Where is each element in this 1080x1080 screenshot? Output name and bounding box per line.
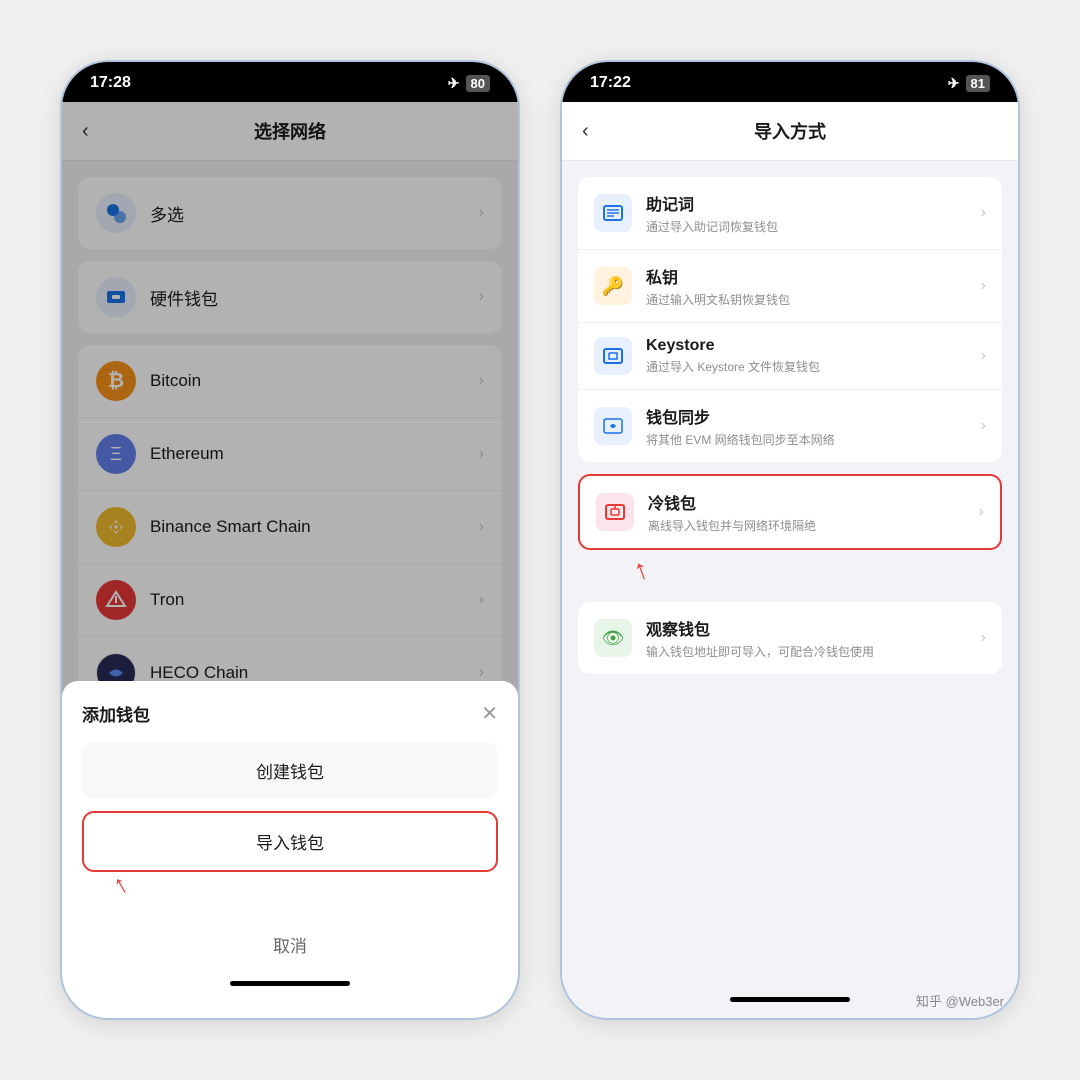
mnemonic-desc: 通过导入助记词恢复钱包	[646, 218, 981, 235]
status-bar-2: 17:22 ✈ 81	[562, 62, 1018, 102]
status-bar-1: 17:28 ✈ 80	[62, 62, 518, 102]
import-item-mnemonic[interactable]: 助记词 通过导入助记词恢复钱包 ›	[578, 177, 1002, 250]
keystore-title: Keystore	[646, 337, 981, 355]
status-right-1: ✈ 80	[448, 75, 490, 92]
watch-desc: 输入钱包地址即可导入，可配合冷钱包使用	[646, 643, 981, 660]
cold-wallet-wrapper: 冷钱包 离线导入钱包并与网络环境隔绝 › ↑	[578, 474, 1002, 550]
walletsync-chevron: ›	[981, 417, 986, 435]
time-1: 17:28	[90, 74, 131, 92]
coldwallet-desc: 离线导入钱包并与网络环境隔绝	[648, 517, 979, 534]
coldwallet-icon	[596, 493, 634, 531]
bottom-sheet: 添加钱包 ✕ 创建钱包 导入钱包 ↑ 取消	[62, 681, 518, 1018]
keystore-icon	[594, 337, 632, 375]
phone1-content: ‹ 选择网络 多选 ›	[62, 102, 518, 1018]
home-indicator-1	[230, 981, 350, 986]
airplane-icon-2: ✈	[948, 75, 960, 92]
keystore-chevron: ›	[981, 347, 986, 365]
close-button[interactable]: ✕	[481, 701, 498, 726]
battery-icon-2: 81	[966, 75, 990, 92]
nav-header-2: ‹ 导入方式	[562, 102, 1018, 161]
import-item-walletsync[interactable]: 钱包同步 将其他 EVM 网络钱包同步至本网络 ›	[578, 390, 1002, 462]
keystore-desc: 通过导入 Keystore 文件恢复钱包	[646, 358, 981, 375]
back-button-2[interactable]: ‹	[582, 120, 614, 143]
privatekey-desc: 通过输入明文私钥恢复钱包	[646, 291, 981, 308]
time-2: 17:22	[590, 74, 631, 92]
watch-wallet-section: 👁 观察钱包 输入钱包地址即可导入，可配合冷钱包使用 ›	[578, 602, 1002, 674]
airplane-icon-1: ✈	[448, 75, 460, 92]
import-item-coldwallet[interactable]: 冷钱包 离线导入钱包并与网络环境隔绝 ›	[580, 476, 1000, 548]
walletsync-icon	[594, 407, 632, 445]
bottom-sheet-title: 添加钱包	[82, 701, 150, 726]
phone2: 17:22 ✈ 81 ‹ 导入方式	[560, 60, 1020, 1020]
status-right-2: ✈ 81	[948, 75, 990, 92]
create-wallet-button[interactable]: 创建钱包	[82, 742, 498, 799]
privatekey-icon: 🔑	[594, 267, 632, 305]
privatekey-title: 私钥	[646, 264, 981, 288]
mnemonic-icon	[594, 194, 632, 232]
walletsync-info: 钱包同步 将其他 EVM 网络钱包同步至本网络	[646, 404, 981, 448]
mnemonic-chevron: ›	[981, 204, 986, 222]
import-wallet-button[interactable]: 导入钱包	[82, 811, 498, 872]
watch-info: 观察钱包 输入钱包地址即可导入，可配合冷钱包使用	[646, 616, 981, 660]
battery-icon-1: 80	[466, 75, 490, 92]
watch-chevron: ›	[981, 629, 986, 647]
import-item-keystore[interactable]: Keystore 通过导入 Keystore 文件恢复钱包 ›	[578, 323, 1002, 390]
home-indicator-2	[730, 997, 850, 1002]
phone1: 17:28 ✈ 80 ‹ 选择网络 多选 ›	[60, 60, 520, 1020]
privatekey-info: 私钥 通过输入明文私钥恢复钱包	[646, 264, 981, 308]
phone2-content: ‹ 导入方式 助记词 通过导入助记词恢复钱包 ›	[562, 102, 1018, 1018]
coldwallet-info: 冷钱包 离线导入钱包并与网络环境隔绝	[648, 490, 979, 534]
walletsync-title: 钱包同步	[646, 404, 981, 428]
coldwallet-title: 冷钱包	[648, 490, 979, 514]
cancel-button[interactable]: 取消	[82, 916, 498, 973]
walletsync-desc: 将其他 EVM 网络钱包同步至本网络	[646, 431, 981, 448]
import-list: 助记词 通过导入助记词恢复钱包 › 🔑 私钥 通过输入明文私钥恢复钱包 ›	[562, 161, 1018, 989]
mnemonic-title: 助记词	[646, 191, 981, 215]
coldwallet-chevron: ›	[979, 503, 984, 521]
mnemonic-info: 助记词 通过导入助记词恢复钱包	[646, 191, 981, 235]
cold-wallet-section: 冷钱包 离线导入钱包并与网络环境隔绝 ›	[578, 474, 1002, 550]
privatekey-chevron: ›	[981, 277, 986, 295]
bottom-sheet-overlay: 添加钱包 ✕ 创建钱包 导入钱包 ↑ 取消	[62, 102, 518, 1018]
import-section-main: 助记词 通过导入助记词恢复钱包 › 🔑 私钥 通过输入明文私钥恢复钱包 ›	[578, 177, 1002, 462]
watch-title: 观察钱包	[646, 616, 981, 640]
import-item-privatekey[interactable]: 🔑 私钥 通过输入明文私钥恢复钱包 ›	[578, 250, 1002, 323]
watch-icon: 👁	[594, 619, 632, 657]
import-item-watch[interactable]: 👁 观察钱包 输入钱包地址即可导入，可配合冷钱包使用 ›	[578, 602, 1002, 674]
bottom-sheet-header: 添加钱包 ✕	[82, 701, 498, 726]
watermark: 知乎 @Web3er	[916, 991, 1004, 1010]
keystore-info: Keystore 通过导入 Keystore 文件恢复钱包	[646, 337, 981, 375]
page-title-2: 导入方式	[614, 118, 966, 144]
